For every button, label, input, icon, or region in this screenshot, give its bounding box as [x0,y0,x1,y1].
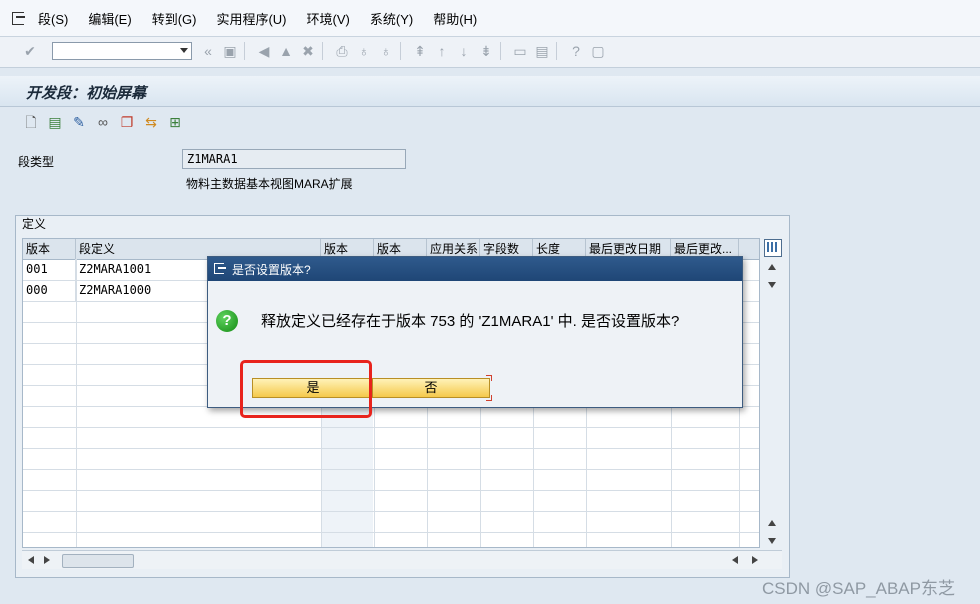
create-icon[interactable]: 🗋 [22,113,40,131]
segment-type-label: 段类型 [18,155,55,169]
cancel-icon[interactable]: ✖ [300,43,316,59]
highlight-box [240,360,372,418]
menu-help[interactable]: 帮助(H) [433,9,477,28]
new-session-icon[interactable]: ▭ [512,43,528,59]
layout-icon[interactable]: ▢ [590,43,606,59]
copy-icon[interactable]: ❐ [118,113,136,131]
scroll-left-end-icon[interactable] [732,556,738,564]
page-title: 开发段：初始屏幕 [26,84,147,102]
scroll-left-icon[interactable] [28,556,34,564]
first-page-icon[interactable]: ⇞ [412,43,428,59]
segment-description: 物料主数据基本视图MARA扩展 [186,177,353,191]
screen-title-bar: 开发段：初始屏幕 [0,76,980,107]
menu-goto[interactable]: 转到(G) [152,9,197,28]
col-version[interactable]: 版本 [23,239,76,259]
focus-corner [486,375,492,381]
change-icon[interactable]: ✎ [70,113,88,131]
chevron-down-icon[interactable] [180,48,188,53]
app-menu-icon[interactable] [10,9,28,27]
menu-system[interactable]: 系统(Y) [370,9,413,28]
display-icon[interactable]: ∞ [94,113,112,131]
next-page-icon[interactable]: ↓ [456,43,472,59]
dialog-title: 是否设置版本? [232,263,311,277]
dialog-window-icon [214,262,226,274]
table-settings-icon[interactable] [764,239,782,257]
menu-segment[interactable]: 段(S) [38,9,68,28]
scroll-up-bottom-icon[interactable] [768,520,776,526]
print-icon[interactable]: ⎙ [334,43,350,59]
no-button[interactable]: 否 [372,378,490,398]
group-title: 定义 [22,217,47,231]
row-version: 001 [23,259,76,280]
row-version: 000 [23,280,76,301]
watermark: CSDN @SAP_ABAP东芝 [762,579,955,598]
scroll-down-bottom-icon[interactable] [768,538,776,544]
find-icon[interactable]: ♁ [356,43,372,59]
scroll-down-icon[interactable] [768,282,776,288]
scroll-thumb[interactable] [62,554,134,568]
hierarchy-icon[interactable]: ⊞ [166,113,184,131]
question-icon: ? [216,310,238,332]
command-field[interactable] [52,42,192,60]
add-definition-icon[interactable]: ▤ [46,113,64,131]
menu-edit[interactable]: 编辑(E) [88,9,131,28]
find-next-icon[interactable]: ♁ [378,43,394,59]
save-icon[interactable]: ▣ [222,43,238,59]
last-page-icon[interactable]: ⇟ [478,43,494,59]
shortcut-icon[interactable]: ▤ [534,43,550,59]
enter-icon[interactable]: ✔ [22,43,38,59]
menu-environment[interactable]: 环境(V) [307,9,350,28]
segment-type-field[interactable]: Z1MARA1 [182,149,406,169]
menu-bar: 段(S) 编辑(E) 转到(G) 实用程序(U) 环境(V) 系统(Y) 帮助(… [0,0,980,37]
dialog-message: 释放定义已经存在于版本 753 的 'Z1MARA1' 中. 是否设置版本? [261,313,680,330]
standard-toolbar: ✔ « ▣ ◀ ▲ ✖ ⎙ ♁ ♁ ⇞ ↑ ↓ ⇟ ▭ ▤ ? ▢ [0,37,980,68]
back-icon[interactable]: ◀ [256,43,272,59]
dialog-title-bar: 是否设置版本? [208,257,742,281]
previous-page-icon[interactable]: ↑ [434,43,450,59]
help-icon[interactable]: ? [568,43,584,59]
scroll-up-icon[interactable] [768,264,776,270]
transport-icon[interactable]: ⇆ [142,113,160,131]
scroll-right-end-icon[interactable] [752,556,758,564]
scroll-right-icon[interactable] [44,556,50,564]
double-left-icon[interactable]: « [200,43,216,59]
horizontal-scrollbar[interactable] [22,550,782,569]
focus-corner [486,395,492,401]
exit-icon[interactable]: ▲ [278,43,294,59]
menu-utilities[interactable]: 实用程序(U) [216,9,286,28]
